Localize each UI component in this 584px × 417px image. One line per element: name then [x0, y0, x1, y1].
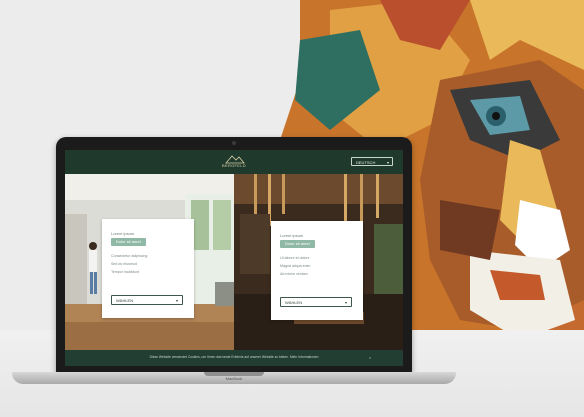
dropdown-value: WÄHLEN	[285, 300, 303, 305]
laptop-screen: BERGFELD DEUTSCH ▾ Lorem ipsum Dolor sit…	[65, 150, 403, 366]
mountain-logo-icon	[225, 155, 245, 164]
list-item: Ad minim veniam	[280, 272, 308, 276]
chevron-down-icon: ▾	[386, 160, 389, 165]
language-select[interactable]: DEUTSCH ▾	[351, 157, 393, 166]
card-tag: Dolor sit amet	[111, 238, 146, 246]
card-tag: Dolor sit amet	[280, 240, 315, 248]
brand-logo[interactable]: BERGFELD	[218, 154, 250, 170]
card-overline: Lorem ipsum	[111, 231, 135, 236]
list-item: Sed do eiusmod	[111, 262, 137, 266]
card-overline: Lorem ipsum	[280, 233, 304, 238]
select-dropdown[interactable]: WÄHLEN ▾	[280, 297, 352, 307]
feature-list: Consectetur adipiscing Sed do eiusmod Te…	[111, 254, 147, 278]
cookie-banner: Diese Website verwendet Cookies, um Ihne…	[65, 350, 403, 366]
cookie-notice: Diese Website verwendet Cookies, um Ihne…	[149, 355, 319, 359]
list-item: Magna aliqua enim	[280, 264, 311, 268]
list-item: Consectetur adipiscing	[111, 254, 148, 258]
language-label: DEUTSCH	[356, 160, 376, 165]
chevron-down-icon: ▾	[344, 300, 347, 305]
laptop-base: MacBook	[12, 372, 456, 384]
panel-restaurant: Lorem ipsum Dolor sit amet Ut labore et …	[234, 174, 403, 350]
device-label: MacBook	[225, 376, 243, 381]
offer-card-left: Lorem ipsum Dolor sit amet Consectetur a…	[102, 219, 194, 318]
dropdown-value: WÄHLEN	[116, 298, 134, 303]
site-header: BERGFELD DEUTSCH ▾	[65, 150, 403, 174]
close-icon[interactable]: ×	[369, 355, 371, 360]
laptop: BERGFELD DEUTSCH ▾ Lorem ipsum Dolor sit…	[56, 137, 412, 373]
select-dropdown[interactable]: WÄHLEN ▾	[111, 295, 183, 305]
camera-dot	[232, 141, 236, 145]
list-item: Ut labore et dolore	[280, 256, 310, 260]
feature-list: Ut labore et dolore Magna aliqua enim Ad…	[280, 256, 310, 280]
panel-living: Lorem ipsum Dolor sit amet Consectetur a…	[65, 174, 234, 350]
offer-card-right: Lorem ipsum Dolor sit amet Ut labore et …	[271, 221, 363, 320]
list-item: Tempor incididunt	[111, 270, 140, 274]
chevron-down-icon: ▾	[175, 298, 178, 303]
